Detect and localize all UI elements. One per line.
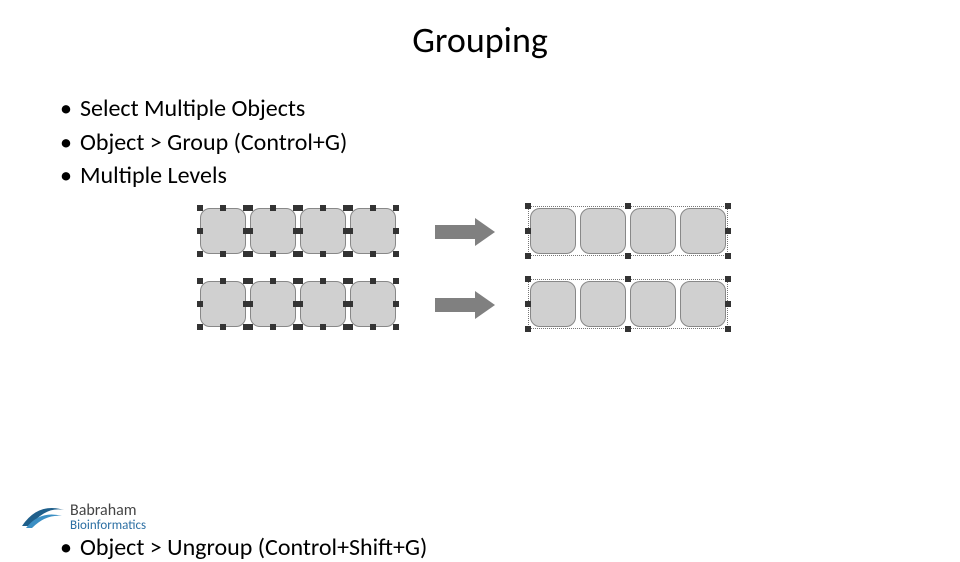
arrow-icon [435, 298, 475, 312]
logo-text: Babraham Bioinformatics [70, 503, 146, 532]
bullet-item: Object > Group (Control+G) [60, 126, 960, 160]
group-outline [528, 206, 728, 256]
rounded-square [350, 281, 396, 327]
bullet-list-top: Select Multiple Objects Object > Group (… [60, 92, 960, 193]
rounded-square [350, 208, 396, 254]
logo-swoosh-icon [20, 496, 66, 538]
rounded-square [300, 208, 346, 254]
bullet-item: Multiple Levels [60, 159, 960, 193]
logo-line2: Bioinformatics [70, 519, 146, 532]
babraham-logo: Babraham Bioinformatics [20, 496, 146, 538]
rounded-square [300, 281, 346, 327]
arrow-icon [435, 225, 475, 239]
slide-title: Grouping [0, 18, 960, 62]
left-row-1 [200, 208, 396, 254]
bullet-item: Select Multiple Objects [60, 92, 960, 126]
group-outline [528, 279, 728, 329]
left-row-2 [200, 281, 396, 327]
rounded-square [250, 208, 296, 254]
rounded-square [250, 281, 296, 327]
bullet-item: Object > Ungroup (Control+Shift+G) [60, 533, 960, 562]
rounded-square [200, 208, 246, 254]
rounded-square [200, 281, 246, 327]
bullet-list-bottom: Object > Ungroup (Control+Shift+G) [60, 533, 960, 562]
logo-line1: Babraham [70, 503, 146, 519]
grouping-diagram [200, 203, 960, 353]
